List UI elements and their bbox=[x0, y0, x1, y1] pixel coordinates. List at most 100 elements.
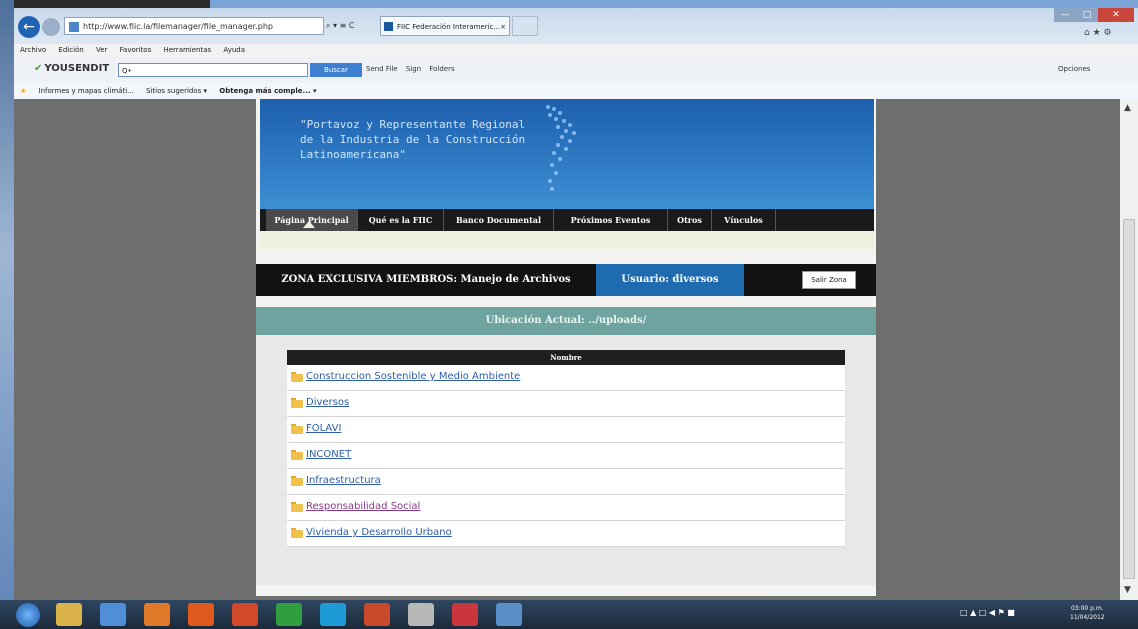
taskbar-clock[interactable]: 03:00 p.m. 11/04/2012 bbox=[1070, 604, 1105, 622]
site-banner: "Portavoz y Representante Regional de la… bbox=[260, 99, 874, 209]
current-location: Ubicación Actual: ../uploads/ bbox=[256, 307, 876, 335]
skype-icon[interactable] bbox=[320, 603, 346, 626]
chrome-icon[interactable] bbox=[276, 603, 302, 626]
clock-time: 03:00 p.m. bbox=[1070, 605, 1104, 612]
menu-archivo[interactable]: Archivo bbox=[20, 46, 46, 54]
nav-proximos-eventos[interactable]: Próximos Eventos bbox=[554, 209, 668, 231]
toolbar-search-button[interactable]: Buscar bbox=[310, 63, 362, 77]
forward-button[interactable] bbox=[42, 18, 60, 36]
nav-vinculos[interactable]: Vínculos bbox=[712, 209, 776, 231]
table-row: Infraestructura bbox=[287, 469, 845, 495]
folder-link[interactable]: Diversos bbox=[306, 397, 349, 408]
zone-spacer bbox=[744, 264, 786, 296]
yousendit-logo-text: YOUSENDIT bbox=[44, 63, 110, 74]
file-manager-content: Nombre Construccion Sostenible y Medio A… bbox=[256, 335, 876, 585]
sign-link[interactable]: Sign bbox=[406, 65, 421, 73]
column-header-name[interactable]: Nombre bbox=[287, 350, 845, 365]
menu-ver[interactable]: Ver bbox=[96, 46, 107, 54]
table-row: Diversos bbox=[287, 391, 845, 417]
site-nav: Página Principal Qué es la FIIC Banco Do… bbox=[260, 209, 874, 231]
folder-link[interactable]: Infraestructura bbox=[306, 475, 381, 486]
tab-title: FIIC Federación Interameric... bbox=[397, 23, 501, 31]
desktop-top bbox=[210, 0, 1138, 8]
back-button[interactable]: ← bbox=[18, 16, 40, 38]
folder-link[interactable]: INCONET bbox=[306, 449, 351, 460]
home-favorites-tools-icons[interactable]: ⌂ ★ ⚙ bbox=[1084, 28, 1112, 38]
address-bar[interactable]: http://www.fiic.la/filemanager/file_mana… bbox=[64, 17, 324, 35]
check-icon: ✔ bbox=[34, 63, 43, 74]
firefox-icon[interactable] bbox=[188, 603, 214, 626]
favorites-bar: ★ Informes y mapas climáti... Sitios sug… bbox=[14, 83, 1138, 100]
scroll-up-icon[interactable]: ▲ bbox=[1124, 103, 1131, 113]
arrow-left-icon: ← bbox=[23, 19, 35, 35]
favorite-item[interactable]: Sitios sugeridos ▾ bbox=[146, 87, 207, 95]
folder-icon bbox=[291, 450, 303, 460]
menu-bar: Archivo Edición Ver Favoritos Herramient… bbox=[14, 44, 1138, 57]
menu-edicion[interactable]: Edición bbox=[58, 46, 83, 54]
site-page: "Portavoz y Representante Regional de la… bbox=[256, 99, 876, 596]
favorite-item[interactable]: Obtenga más comple... ▾ bbox=[219, 87, 316, 95]
nav-que-es-fiic[interactable]: Qué es la FIIC bbox=[358, 209, 444, 231]
folders-link[interactable]: Folders bbox=[429, 65, 454, 73]
site-tagline: "Portavoz y Representante Regional de la… bbox=[300, 118, 526, 161]
folder-link[interactable]: Construccion Sostenible y Medio Ambiente bbox=[306, 371, 520, 382]
browser-window: ← http://www.fiic.la/filemanager/file_ma… bbox=[14, 8, 1138, 600]
tab-fiic[interactable]: FIIC Federación Interameric... × bbox=[380, 16, 510, 36]
folder-link[interactable]: Vivienda y Desarrollo Urbano bbox=[306, 527, 452, 538]
yousendit-logo: ✔ YOUSENDIT bbox=[34, 63, 109, 74]
table-row: Construccion Sostenible y Medio Ambiente bbox=[287, 365, 845, 391]
vertical-scrollbar[interactable]: ▲ ▼ bbox=[1120, 99, 1138, 600]
active-tab-caret-icon bbox=[303, 221, 315, 228]
folder-icon bbox=[291, 372, 303, 382]
table-row: FOLAVI bbox=[287, 417, 845, 443]
star-icon[interactable]: ★ bbox=[20, 87, 26, 95]
toolbar-search-input[interactable]: Q• bbox=[118, 63, 308, 77]
menu-herramientas[interactable]: Herramientas bbox=[163, 46, 211, 54]
page-icon bbox=[69, 22, 79, 32]
tab-close-icon[interactable]: × bbox=[500, 17, 506, 35]
folder-icon bbox=[291, 476, 303, 486]
table-row: INCONET bbox=[287, 443, 845, 469]
new-tab-button[interactable] bbox=[512, 16, 538, 36]
menu-ayuda[interactable]: Ayuda bbox=[223, 46, 245, 54]
nav-underline-strip bbox=[260, 231, 874, 249]
browser-titlebar: ← http://www.fiic.la/filemanager/file_ma… bbox=[14, 8, 1138, 44]
explorer-window-icon[interactable] bbox=[496, 603, 522, 626]
start-button-icon[interactable] bbox=[16, 603, 40, 627]
folder-icon bbox=[291, 424, 303, 434]
internet-explorer-icon[interactable] bbox=[100, 603, 126, 626]
logout-button[interactable]: Salir Zona bbox=[802, 271, 856, 289]
favicon-icon bbox=[384, 22, 393, 31]
system-tray[interactable]: □ ▲ □ ◀ ⚑ ■ bbox=[960, 608, 1015, 617]
powerpoint-icon[interactable] bbox=[364, 603, 390, 626]
desktop-edge bbox=[0, 0, 14, 629]
folder-link[interactable]: FOLAVI bbox=[306, 423, 341, 434]
scroll-down-icon[interactable]: ▼ bbox=[1124, 585, 1131, 595]
address-tools[interactable]: ⌕ ▾ ≡ C bbox=[326, 17, 376, 35]
address-text: http://www.fiic.la/filemanager/file_mana… bbox=[83, 22, 273, 31]
favorite-item[interactable]: Informes y mapas climáti... bbox=[39, 87, 134, 95]
logout-area: Salir Zona bbox=[786, 264, 876, 296]
nav-banco-documental[interactable]: Banco Documental bbox=[444, 209, 554, 231]
menu-favoritos[interactable]: Favoritos bbox=[120, 46, 152, 54]
minimize-button[interactable]: — bbox=[1054, 8, 1076, 22]
send-file-link[interactable]: Send File bbox=[366, 65, 398, 73]
toolbar-options[interactable]: Opciones bbox=[1058, 65, 1090, 73]
table-row: Vivienda y Desarrollo Urbano bbox=[287, 521, 845, 547]
file-explorer-icon[interactable] bbox=[56, 603, 82, 626]
user-label: Usuario: diversos bbox=[596, 264, 744, 296]
nav-otros[interactable]: Otros bbox=[668, 209, 712, 231]
page-viewport: "Portavoz y Representante Regional de la… bbox=[14, 99, 1120, 600]
latin-america-map-icon bbox=[546, 105, 576, 191]
app-icon[interactable] bbox=[144, 603, 170, 626]
scrollbar-thumb[interactable] bbox=[1123, 219, 1135, 579]
paint-icon[interactable] bbox=[408, 603, 434, 626]
folder-icon bbox=[291, 502, 303, 512]
close-button[interactable]: ✕ bbox=[1098, 8, 1134, 22]
media-player-icon[interactable] bbox=[232, 603, 258, 626]
folder-icon bbox=[291, 528, 303, 538]
folder-link[interactable]: Responsabilidad Social bbox=[306, 501, 420, 512]
folder-table: Nombre Construccion Sostenible y Medio A… bbox=[287, 350, 845, 547]
pdf-icon[interactable] bbox=[452, 603, 478, 626]
maximize-button[interactable]: □ bbox=[1076, 8, 1098, 22]
